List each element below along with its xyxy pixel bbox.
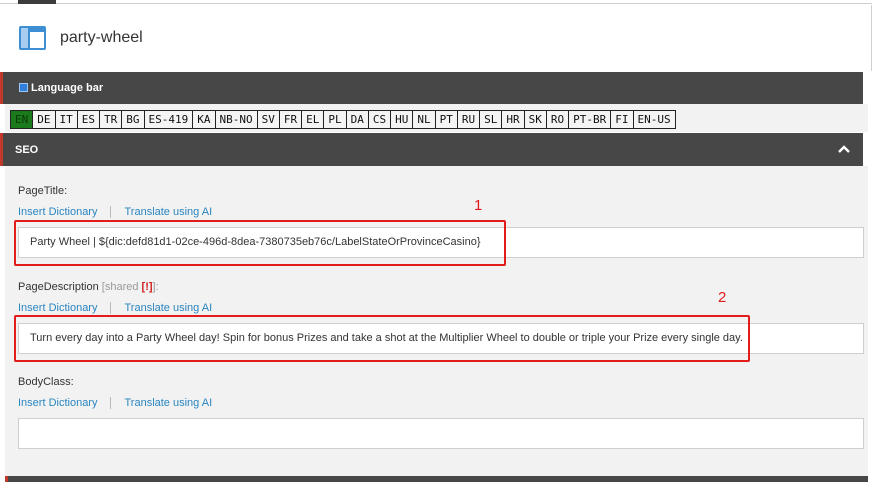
link-divider <box>110 206 112 218</box>
language-bar-icon <box>19 83 28 92</box>
language-button-bg[interactable]: BG <box>122 110 145 129</box>
language-button-pt-br[interactable]: PT-BR <box>569 110 612 129</box>
shared-indicator: [shared <box>101 281 139 293</box>
annotation-label-1: 1 <box>474 197 483 214</box>
body-class-actions: Insert Dictionary Translate using AI <box>18 397 212 409</box>
page-title-input[interactable]: Party Wheel | ${dic:defd81d1-02ce-496d-8… <box>18 227 864 258</box>
language-bar: EN DE IT ES TR BG ES-419 KA NB-NO SV FR EL PL DA CS HU N… <box>5 104 868 132</box>
language-button-es-419[interactable]: ES-419 <box>144 110 194 129</box>
active-tab-indicator[interactable] <box>18 0 56 4</box>
insert-dictionary-link[interactable]: Insert Dictionary <box>18 302 97 314</box>
page-description-label-text: PageDescription <box>18 281 99 293</box>
insert-dictionary-link[interactable]: Insert Dictionary <box>18 397 97 409</box>
page-description-label: PageDescription [shared [!]]: <box>18 281 159 293</box>
label-suffix: ]: <box>152 281 159 293</box>
language-button-fr[interactable]: FR <box>279 110 303 129</box>
language-button-en-us[interactable]: EN-US <box>633 110 676 129</box>
language-button-hu[interactable]: HU <box>391 110 414 129</box>
seo-section-header[interactable]: SEO <box>0 133 863 166</box>
language-button-sk[interactable]: SK <box>524 110 547 129</box>
next-section-header[interactable] <box>5 476 868 482</box>
seo-section-title: SEO <box>15 144 39 156</box>
language-button-sv[interactable]: SV <box>257 110 280 129</box>
language-button-nb-no[interactable]: NB-NO <box>215 110 258 129</box>
page-description-input[interactable]: Turn every day into a Party Wheel day! S… <box>18 323 864 354</box>
language-button-es[interactable]: ES <box>77 110 100 129</box>
seo-section-body: PageTitle: Insert Dictionary Translate u… <box>5 166 868 476</box>
translate-ai-link[interactable]: Translate using AI <box>124 302 212 314</box>
language-button-tr[interactable]: TR <box>100 110 123 129</box>
link-divider <box>110 302 112 314</box>
translate-ai-link[interactable]: Translate using AI <box>124 397 212 409</box>
warning-indicator: [!] <box>141 281 153 293</box>
language-button-en[interactable]: EN <box>10 110 34 129</box>
language-button-fi[interactable]: FI <box>611 110 634 129</box>
page-description-actions: Insert Dictionary Translate using AI <box>18 302 212 314</box>
top-tab-strip <box>0 0 872 4</box>
language-button-pl[interactable]: PL <box>324 110 347 129</box>
translate-ai-link[interactable]: Translate using AI <box>124 206 212 218</box>
link-divider <box>110 397 112 409</box>
language-button-ru[interactable]: RU <box>457 110 481 129</box>
item-title: party-wheel <box>60 29 143 46</box>
language-button-ka[interactable]: KA <box>193 110 216 129</box>
language-bar-header: Language bar <box>0 72 863 104</box>
language-button-de[interactable]: DE <box>33 110 56 129</box>
language-button-it[interactable]: IT <box>55 110 78 129</box>
language-button-ro[interactable]: RO <box>546 110 570 129</box>
language-button-el[interactable]: EL <box>302 110 325 129</box>
language-bar-title: Language bar <box>31 82 104 94</box>
body-class-input[interactable] <box>18 418 864 449</box>
layout-panel-icon <box>19 26 46 50</box>
language-button-sl[interactable]: SL <box>480 110 503 129</box>
language-button-hr[interactable]: HR <box>502 110 525 129</box>
insert-dictionary-link[interactable]: Insert Dictionary <box>18 206 97 218</box>
annotation-label-2: 2 <box>718 289 727 306</box>
item-title-bar: party-wheel <box>0 5 872 71</box>
language-button-nl[interactable]: NL <box>413 110 436 129</box>
language-button-cs[interactable]: CS <box>368 110 392 129</box>
language-button-pt[interactable]: PT <box>435 110 458 129</box>
page-title-label: PageTitle: <box>18 185 68 197</box>
chevron-up-icon[interactable] <box>837 142 851 156</box>
page-title-actions: Insert Dictionary Translate using AI <box>18 206 212 218</box>
language-button-da[interactable]: DA <box>346 110 369 129</box>
language-list: EN DE IT ES TR BG ES-419 KA NB-NO SV FR EL PL DA CS HU N… <box>10 110 676 129</box>
body-class-label: BodyClass: <box>18 376 74 388</box>
